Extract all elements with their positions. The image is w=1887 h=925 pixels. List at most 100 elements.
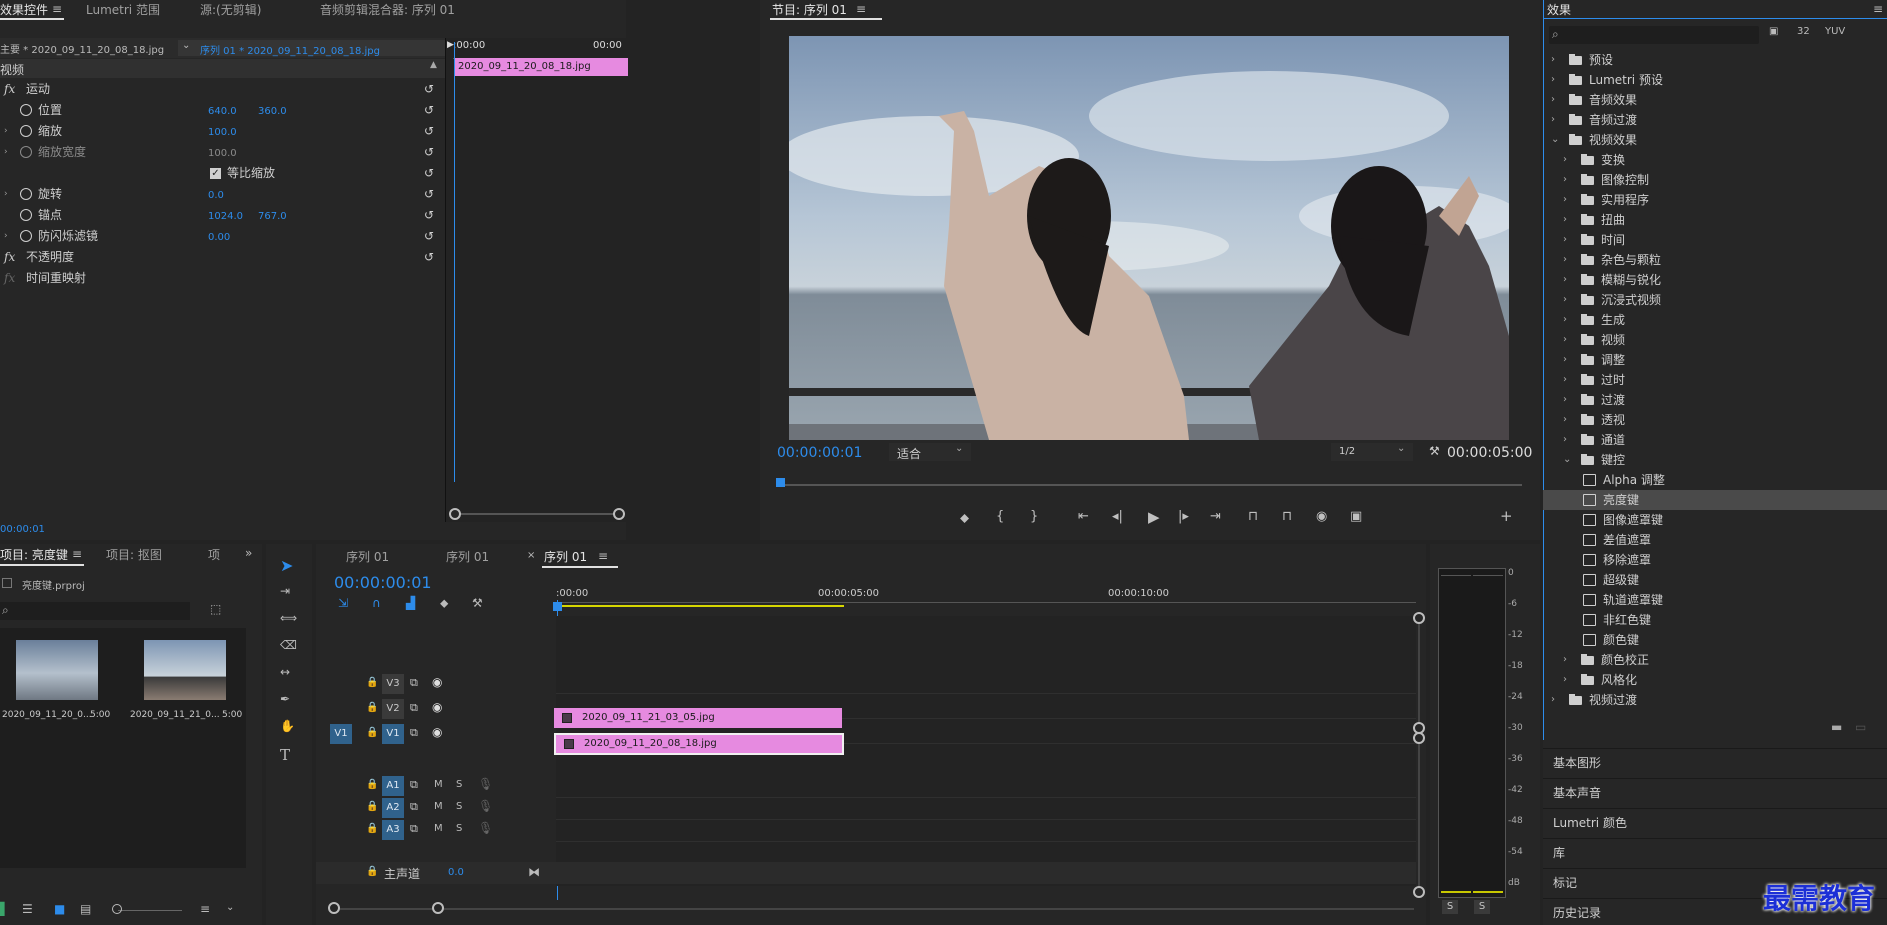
freeform-view-icon[interactable]: ▤ [80, 902, 91, 916]
mute-button[interactable]: M [434, 779, 443, 790]
icon-view-icon[interactable]: ■ [54, 902, 65, 916]
property-row[interactable]: 锚点 1024.0 767.0 ↺ [0, 205, 445, 226]
timeline-playhead-handle[interactable] [553, 602, 562, 611]
mark-in-icon[interactable]: { [996, 509, 1004, 524]
effects-tree-item[interactable]: › 过时 [1543, 370, 1887, 390]
property-row[interactable]: 位置 640.0 360.0 ↺ [0, 100, 445, 121]
effects-tree-item[interactable]: › 音频效果 [1543, 90, 1887, 110]
collapsed-panel-header[interactable]: Lumetri 颜色 [1543, 808, 1887, 835]
sync-lock-icon[interactable]: ⧉ [410, 701, 418, 715]
property-value-1[interactable]: 640.0 [208, 101, 237, 122]
effects-tree-item[interactable]: › 时间 [1543, 230, 1887, 250]
lock-icon[interactable]: 🔒 [366, 801, 378, 812]
chevron-right-icon[interactable]: › [1563, 310, 1567, 330]
effects-tree-item[interactable]: › 模糊与锐化 [1543, 270, 1887, 290]
effects-tree-item[interactable]: ⌄ 键控 [1543, 450, 1887, 470]
find-icon[interactable]: ⬚ [210, 602, 221, 616]
chevron-right-icon[interactable]: › [1563, 150, 1567, 170]
chevron-right-icon[interactable]: › [1563, 410, 1567, 430]
new-bin-icon[interactable]: ▬ [1831, 720, 1842, 734]
reset-icon[interactable]: ↺ [424, 142, 434, 163]
chevron-down-icon[interactable]: ⌄ [226, 902, 234, 913]
chevron-right-icon[interactable]: › [1551, 90, 1555, 110]
microphone-icon[interactable]: 🎙 [478, 777, 493, 791]
eye-icon[interactable]: ◉ [432, 675, 442, 689]
property-row[interactable]: › 旋转 0.0 ↺ [0, 184, 445, 205]
sync-lock-icon[interactable]: ⧉ [410, 822, 418, 836]
effects-tree-item[interactable]: › 视频 [1543, 330, 1887, 350]
nest-icon[interactable]: ⇲ [338, 596, 348, 610]
expand-arrow-icon[interactable]: › [4, 184, 8, 205]
chevron-right-icon[interactable]: › [1551, 70, 1555, 90]
property-value-1[interactable]: 100.0 [208, 122, 237, 143]
chevron-right-icon[interactable]: › [1563, 390, 1567, 410]
effects-tree-item[interactable]: › 视频过渡 [1543, 690, 1887, 710]
solo-button[interactable]: S [456, 779, 462, 790]
property-value-1[interactable]: 1024.0 [208, 206, 243, 227]
collapsed-panel-header[interactable]: 基本图形 [1543, 748, 1887, 775]
panel-menu-icon[interactable]: ≡ [1873, 2, 1883, 16]
track-target[interactable]: A2 [382, 798, 404, 818]
reset-icon[interactable]: ↺ [424, 184, 434, 205]
lock-icon[interactable]: 🔒 [366, 727, 378, 738]
sync-lock-icon[interactable]: ⧉ [410, 800, 418, 814]
ec-clip-bar[interactable]: 2020_09_11_20_08_18.jpg [454, 58, 628, 76]
reset-icon[interactable]: ↺ [424, 79, 434, 100]
sync-lock-icon[interactable]: ⧉ [410, 778, 418, 792]
snap-icon[interactable]: ∩ [372, 596, 381, 610]
eye-icon[interactable]: ◉ [432, 700, 442, 714]
clip-v1[interactable]: 2020_09_11_20_08_18.jpg [554, 733, 844, 755]
property-row[interactable]: › 防闪烁滤镜 0.00 ↺ [0, 226, 445, 247]
effects-tree-item[interactable]: › 过渡 [1543, 390, 1887, 410]
effects-tree-item[interactable]: › 调整 [1543, 350, 1887, 370]
stopwatch-icon[interactable] [20, 230, 32, 242]
property-value-1[interactable]: 0.0 [208, 185, 224, 206]
chevron-right-icon[interactable]: › [1563, 350, 1567, 370]
track-target[interactable]: V2 [382, 699, 404, 719]
expand-arrow-icon[interactable]: › [4, 226, 8, 247]
wrench-icon[interactable]: ⚒ [1429, 444, 1440, 458]
collapsed-panel-header[interactable]: 基本声音 [1543, 778, 1887, 805]
reset-icon[interactable]: ↺ [424, 226, 434, 247]
close-icon[interactable]: × [527, 550, 535, 561]
microphone-icon[interactable]: 🎙 [478, 799, 493, 813]
stopwatch-icon[interactable] [20, 146, 32, 158]
pen-tool-icon[interactable]: ✒ [280, 692, 290, 706]
chevron-right-icon[interactable]: › [1563, 670, 1567, 690]
lock-icon[interactable]: 🔒 [366, 702, 378, 713]
effects-tree-item[interactable]: 轨道遮罩键 [1543, 590, 1887, 610]
chevron-right-icon[interactable]: › [1563, 650, 1567, 670]
source-clip-label[interactable]: 主要 * 2020_09_11_20_08_18.jpg [0, 41, 164, 56]
timeline-ruler[interactable]: :00:00 00:00:05:00 00:00:10:00 [556, 584, 1416, 610]
chevron-down-icon[interactable]: ⌄ [1551, 130, 1559, 150]
eye-icon[interactable]: ◉ [432, 725, 442, 739]
time-remap-row[interactable]: fx 时间重映射 [0, 268, 445, 289]
effects-tree-item[interactable]: 超级键 [1543, 570, 1887, 590]
timeline-vscrollbar[interactable] [1418, 618, 1420, 888]
effects-tree-item[interactable]: › 通道 [1543, 430, 1887, 450]
track-target[interactable]: A1 [382, 776, 404, 796]
mark-out-icon[interactable]: } [1030, 509, 1038, 524]
effects-tree-item[interactable]: › 风格化 [1543, 670, 1887, 690]
marker-icon[interactable]: ⬥ [960, 511, 969, 526]
step-forward-icon[interactable]: |▸ [1178, 509, 1189, 524]
property-row[interactable]: › 缩放宽度 100.0 ↺ [0, 142, 445, 163]
effects-tree-item[interactable]: › 生成 [1543, 310, 1887, 330]
collapse-icon[interactable]: ▲ [430, 60, 437, 70]
tab-project-luma-key[interactable]: 项目: 亮度键 [0, 546, 68, 563]
go-to-out-icon[interactable]: ⇥ [1210, 509, 1221, 524]
chevron-right-icon[interactable]: › [1563, 430, 1567, 450]
tab-sequence-3[interactable]: 序列 01 [544, 548, 587, 565]
ec-playhead[interactable] [454, 42, 455, 482]
play-icon[interactable]: ▶ [1148, 508, 1160, 526]
work-area-bar[interactable] [558, 605, 844, 607]
solo-button[interactable]: S [456, 823, 462, 834]
tab-sequence-1[interactable]: 序列 01 [346, 548, 389, 565]
thumbnail-clip-1[interactable] [16, 640, 98, 700]
master-value[interactable]: 0.0 [448, 867, 464, 878]
effects-tree-item[interactable]: 图像遮罩键 [1543, 510, 1887, 530]
sort-icon[interactable]: ≡ [200, 902, 210, 916]
sync-lock-icon[interactable]: ⧉ [410, 676, 418, 690]
effects-title[interactable]: 效果 [1547, 1, 1571, 18]
property-value-1[interactable]: 0.00 [208, 227, 230, 248]
